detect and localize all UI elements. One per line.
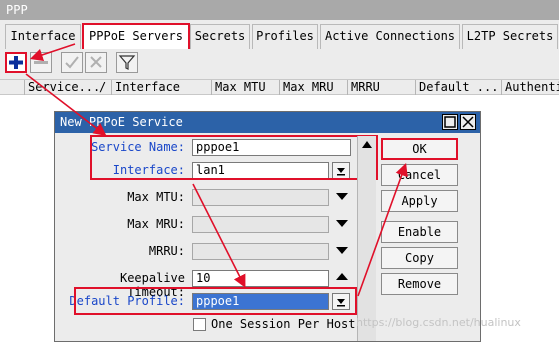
minus-icon: [34, 61, 48, 64]
max-mtu-expand-icon[interactable]: [336, 192, 348, 202]
toolbar: [0, 49, 559, 79]
window-title: PPP: [0, 0, 559, 20]
plus-icon: [9, 56, 23, 69]
close-icon: [462, 116, 474, 128]
filter-icon: [118, 55, 136, 70]
highlight-box-service: [90, 135, 378, 180]
copy-button[interactable]: Copy: [381, 247, 458, 269]
grid-col-authentication[interactable]: Authenti: [501, 80, 559, 95]
mrru-input[interactable]: [192, 243, 329, 260]
close-button[interactable]: [460, 114, 476, 130]
max-mtu-label: Max MTU:: [127, 190, 185, 204]
enable-button[interactable]: [61, 52, 83, 73]
grid-col-max-mru[interactable]: Max MRU: [279, 80, 351, 95]
max-mru-input[interactable]: [192, 216, 329, 233]
max-mru-label: Max MRU:: [127, 217, 185, 231]
filter-button[interactable]: [116, 52, 138, 73]
grid-col-default-profile[interactable]: Default ...: [415, 80, 505, 95]
keepalive-collapse-icon[interactable]: [336, 272, 348, 282]
max-mtu-input[interactable]: [192, 189, 329, 206]
ok-button[interactable]: OK: [381, 138, 458, 160]
remove-dialog-button[interactable]: Remove: [381, 273, 458, 295]
mrru-label: MRRU:: [148, 244, 185, 258]
remove-button[interactable]: [30, 52, 52, 73]
grid-col-interface[interactable]: Interface: [111, 80, 215, 95]
one-session-checkbox[interactable]: [193, 318, 206, 331]
tab-active-connections[interactable]: Active Connections: [320, 24, 460, 52]
dialog-title-text: New PPPoE Service: [60, 115, 183, 129]
max-mru-expand-icon[interactable]: [336, 219, 348, 229]
tab-profiles[interactable]: Profiles: [252, 24, 318, 52]
cancel-button[interactable]: Cancel: [381, 164, 458, 186]
grid-col-service[interactable]: Service...: [24, 80, 100, 95]
one-session-label: One Session Per Host: [211, 317, 356, 331]
enable-dialog-button[interactable]: Enable: [381, 221, 458, 243]
dialog-scrollbar[interactable]: [357, 136, 376, 341]
tab-secrets[interactable]: Secrets: [190, 24, 250, 52]
maximize-button[interactable]: [442, 114, 458, 130]
grid-col-mrru[interactable]: MRRU: [347, 80, 419, 95]
dialog-title: New PPPoE Service: [55, 112, 480, 133]
tab-l2tp-secrets[interactable]: L2TP Secrets: [462, 24, 558, 52]
check-icon: [65, 56, 79, 69]
grid-header: Service... / Interface Max MTU Max MRU M…: [0, 79, 559, 95]
highlight-box-profile: [74, 287, 357, 315]
tab-interface[interactable]: Interface: [5, 24, 81, 52]
scroll-up-icon[interactable]: [358, 138, 376, 152]
mrru-expand-icon[interactable]: [336, 246, 348, 256]
tab-bar: Interface PPPoE Servers Secrets Profiles…: [0, 20, 559, 55]
disable-button[interactable]: [85, 52, 107, 73]
add-button[interactable]: [5, 52, 27, 73]
maximize-icon: [444, 116, 456, 128]
grid-col-max-mtu[interactable]: Max MTU: [211, 80, 283, 95]
x-icon: [90, 56, 102, 68]
apply-button[interactable]: Apply: [381, 190, 458, 212]
keepalive-timeout-input[interactable]: 10: [192, 270, 329, 287]
new-pppoe-service-dialog: New PPPoE Service Service Name: pppoe1 I…: [54, 111, 481, 342]
watermark: https://blog.csdn.net/hualinux: [356, 316, 521, 329]
